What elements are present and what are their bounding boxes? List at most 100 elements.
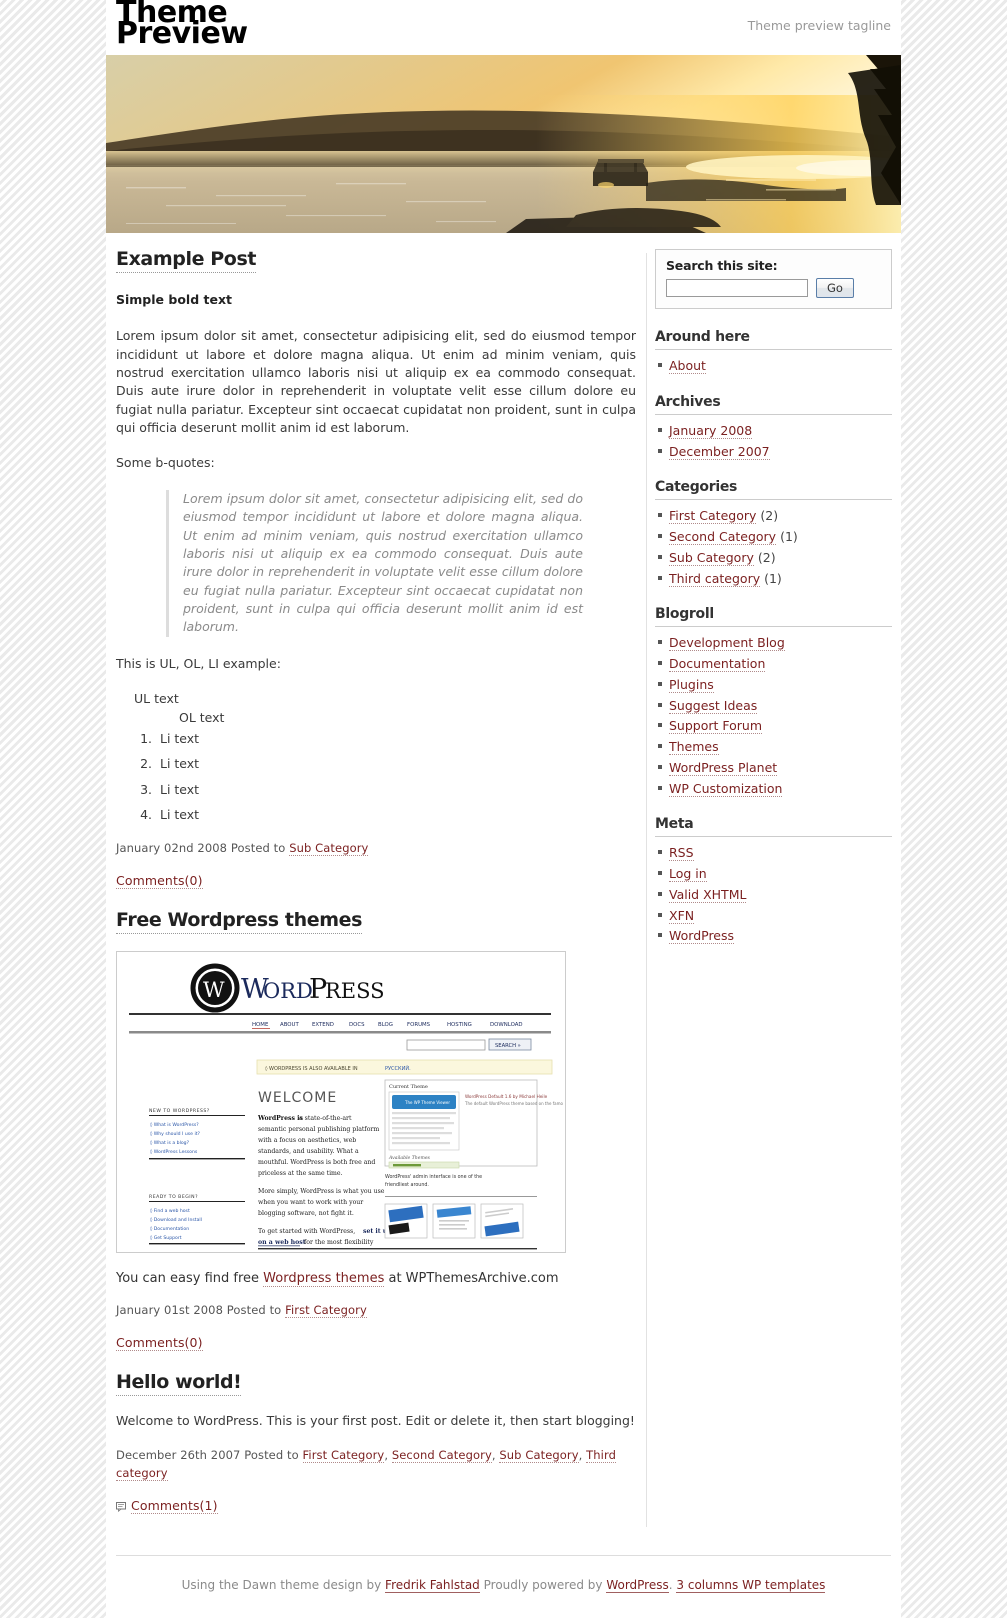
search-go-button[interactable]: Go: [816, 278, 854, 298]
post-category-link[interactable]: First Category: [302, 1448, 385, 1464]
post-title: Example Post: [116, 248, 636, 273]
svg-text:FORUMS: FORUMS: [407, 1022, 431, 1028]
svg-text:WordPress is: WordPress is: [257, 1115, 303, 1122]
sidebar-list: RSS Log in Valid XHTML XFN WordPress: [655, 843, 892, 946]
sidebar-link[interactable]: December 2007: [669, 443, 770, 460]
post-title: Free Wordpress themes: [116, 908, 636, 934]
svg-text:priceless at the same time.: priceless at the same time.: [258, 1170, 343, 1177]
sidebar-link[interactable]: First Category: [669, 508, 757, 525]
posted-to-label: Posted to: [226, 1303, 282, 1318]
content-wrapper: Example Post Simple bold text Lorem ipsu…: [106, 233, 901, 1537]
sidebar-section-around-here: Around here About: [655, 329, 892, 376]
sidebar-heading: Archives: [655, 394, 892, 415]
post-blockquote: Lorem ipsum dolor sit amet, consectetur …: [166, 489, 583, 637]
post-category-link[interactable]: Sub Category: [499, 1448, 579, 1464]
comment-bubble-icon: [116, 1500, 127, 1515]
sidebar-link[interactable]: RSS: [669, 845, 694, 862]
post-category-link[interactable]: Sub Category: [289, 840, 369, 856]
svg-text:DOWNLOAD: DOWNLOAD: [490, 1022, 523, 1028]
post-title-link[interactable]: Example Post: [116, 248, 256, 273]
svg-text:on a web host: on a web host: [258, 1239, 306, 1246]
sidebar-link[interactable]: Support Forum: [669, 718, 763, 735]
sidebar-link[interactable]: Third category: [669, 570, 761, 587]
main-content: Example Post Simple bold text Lorem ipsu…: [106, 248, 646, 1537]
list-item: Log in: [658, 864, 892, 884]
svg-text:NEW TO WORDPRESS?: NEW TO WORDPRESS?: [149, 1108, 210, 1114]
sidebar-link[interactable]: Themes: [669, 739, 719, 755]
svg-text:semantic personal publishing p: semantic personal publishing platform: [258, 1126, 379, 1133]
post-hello-world: Hello world! Welcome to WordPress. This …: [116, 1371, 636, 1515]
svg-text:◊ Get Support: ◊ Get Support: [150, 1235, 182, 1241]
post-category-link[interactable]: First Category: [285, 1303, 367, 1319]
list-item: Li text: [156, 755, 636, 773]
svg-text:РУССКИЙ.: РУССКИЙ.: [385, 1065, 411, 1072]
comments-link[interactable]: Comments(1): [131, 1498, 218, 1515]
post-date: January 02nd 2008: [116, 840, 228, 855]
sidebar-link[interactable]: WordPress: [669, 928, 735, 945]
sidebar-link[interactable]: Documentation: [669, 656, 766, 672]
footer-templates-link[interactable]: 3 columns WP templates: [676, 1578, 826, 1594]
post-date: December 26th 2007: [116, 1448, 241, 1463]
list-item: WP Customization: [658, 779, 892, 799]
list-item: Development Blog: [658, 633, 892, 653]
sidebar-link[interactable]: XFN: [669, 907, 695, 924]
ul-text-item: UL text: [134, 691, 179, 707]
post-meta: January 01st 2008 Posted to First Catego…: [116, 1302, 636, 1320]
list-item: Li text: [156, 806, 636, 824]
sidebar-list: January 2008 December 2007: [655, 421, 892, 462]
comments-link[interactable]: Comments(0): [116, 1335, 203, 1352]
post-free-wordpress-themes: Free Wordpress themes W W ORD P RESS HOM…: [116, 908, 636, 1352]
site-title: Theme Preview: [116, 0, 446, 49]
search-input[interactable]: [666, 279, 808, 297]
site-title-link[interactable]: Theme Preview: [116, 0, 248, 51]
sidebar-link[interactable]: Log in: [669, 866, 707, 882]
item-count: (2): [757, 549, 776, 565]
post-date: January 01st 2008: [116, 1303, 224, 1318]
sidebar-list: First Category (2) Second Category (1) S…: [655, 506, 892, 588]
svg-text:READY TO BEGIN?: READY TO BEGIN?: [149, 1194, 198, 1200]
post-title-link[interactable]: Hello world!: [116, 1371, 242, 1397]
post-title: Hello world!: [116, 1371, 636, 1397]
list-item: WordPress: [658, 926, 892, 946]
svg-text:for the most flexibility: for the most flexibility: [304, 1239, 374, 1246]
sidebar-link[interactable]: Valid XHTML: [669, 886, 747, 903]
list-item: Valid XHTML: [658, 885, 892, 905]
post-comments: Comments(0): [116, 1335, 636, 1352]
sidebar-heading: Blogroll: [655, 606, 892, 628]
blockquote-intro: Some b-quotes:: [116, 455, 215, 471]
svg-text:BLOG: BLOG: [378, 1022, 393, 1028]
post-paragraph: Welcome to WordPress. This is your first…: [116, 1413, 635, 1429]
svg-text:◊ Documentation: ◊ Documentation: [150, 1226, 189, 1232]
sidebar-heading: Categories: [655, 479, 892, 501]
footer-wordpress-link[interactable]: WordPress: [606, 1578, 669, 1594]
list-item: Themes: [658, 737, 892, 757]
sidebar-link[interactable]: Development Blog: [669, 635, 785, 652]
svg-text:The default WordPress theme ba: The default WordPress theme based on the…: [464, 1101, 563, 1106]
svg-text:friendliest around.: friendliest around.: [385, 1182, 429, 1188]
post-comments: Comments(0): [116, 872, 636, 889]
sidebar-link[interactable]: Sub Category: [669, 549, 754, 566]
post-title-link[interactable]: Free Wordpress themes: [116, 908, 362, 934]
sidebar-link[interactable]: Second Category: [669, 529, 777, 545]
svg-text:◊ What is WordPress?: ◊ What is WordPress?: [150, 1122, 199, 1128]
list-item: First Category (2): [658, 506, 892, 526]
sidebar-link[interactable]: WordPress Planet: [669, 759, 778, 776]
post-category-link[interactable]: Second Category: [391, 1448, 492, 1464]
post-bold-text: Simple bold text: [116, 291, 232, 307]
sidebar-link[interactable]: January 2008: [669, 422, 753, 439]
list-item: Third category (1): [658, 569, 892, 589]
sidebar-link[interactable]: About: [669, 358, 706, 374]
footer-text-1: Using the Dawn theme design by: [181, 1578, 386, 1593]
sidebar-link[interactable]: Plugins: [669, 676, 714, 693]
svg-text:WordPress' admin interface is: WordPress' admin interface is one of the: [385, 1174, 482, 1180]
wordpress-themes-link[interactable]: Wordpress themes: [263, 1271, 385, 1288]
svg-text:To get started with WordPress,: To get started with WordPress,: [258, 1228, 355, 1235]
svg-text:The WP Theme Viewer: The WP Theme Viewer: [404, 1100, 450, 1105]
comments-link[interactable]: Comments(0): [116, 872, 203, 889]
sidebar-link[interactable]: Suggest Ideas: [669, 697, 758, 714]
sidebar-section-categories: Categories First Category (2) Second Cat…: [655, 479, 892, 588]
search-widget: Search this site: Go: [655, 249, 892, 309]
footer-author-link[interactable]: Fredrik Fahlstad: [385, 1578, 480, 1594]
item-count: (2): [760, 508, 779, 524]
sidebar-link[interactable]: WP Customization: [669, 780, 783, 797]
